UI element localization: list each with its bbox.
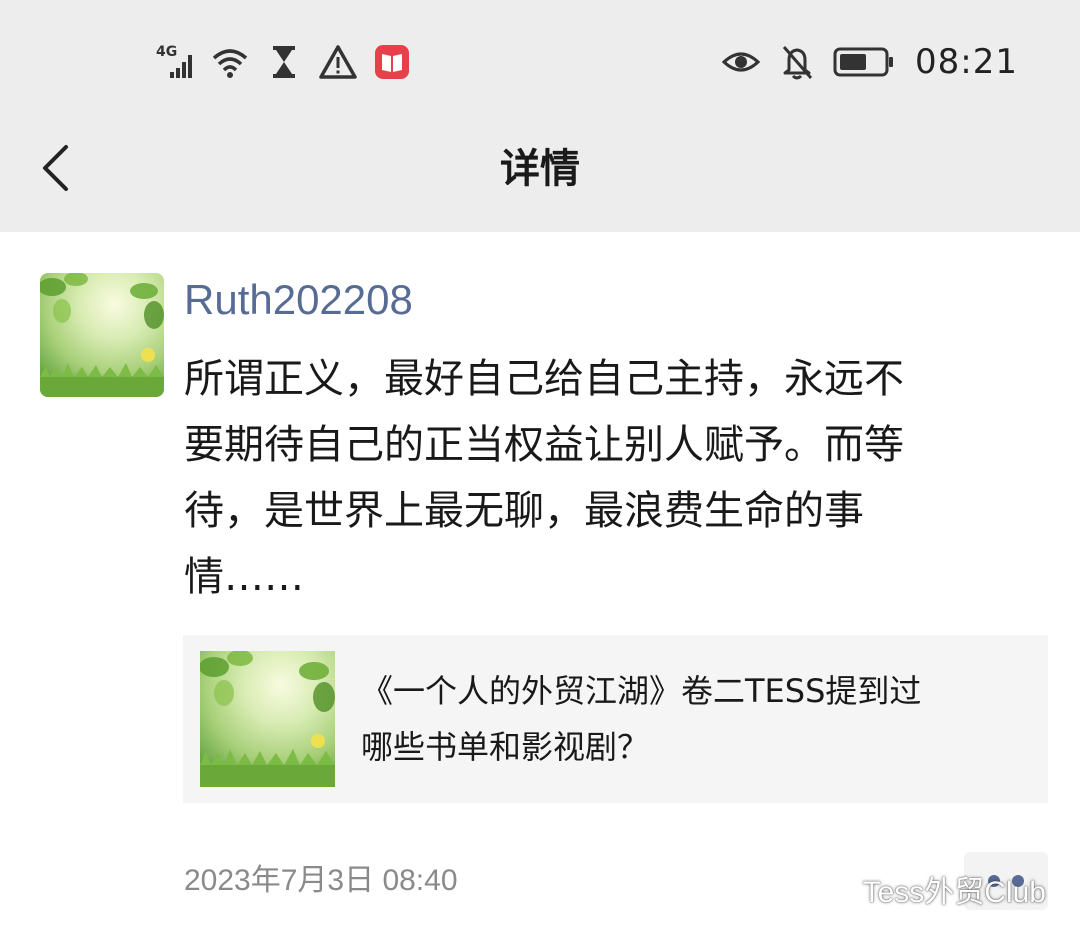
content-line: 情…… bbox=[184, 554, 304, 600]
article-title: 《一个人的外贸江湖》卷二TESS提到过 哪些书单和影视剧？ bbox=[361, 663, 1031, 775]
watermark-text: Tess外贸Club bbox=[862, 876, 1046, 909]
battery-icon bbox=[833, 42, 895, 82]
hourglass-icon bbox=[264, 42, 304, 82]
post-timestamp: 2023年7月3日 08:40 bbox=[184, 864, 458, 897]
post-content: 所谓正义，最好自己给自己主持，永远不 要期待自己的正当权益让别人赋予。而等 待，… bbox=[184, 346, 1030, 610]
shared-article-card[interactable]: 《一个人的外贸江湖》卷二TESS提到过 哪些书单和影视剧？ bbox=[183, 635, 1048, 803]
article-thumbnail bbox=[200, 651, 335, 787]
status-right: 08:21 bbox=[721, 40, 1018, 84]
warning-icon bbox=[318, 42, 358, 82]
signal-icon: 4G bbox=[156, 42, 196, 82]
wechat-icon bbox=[821, 875, 853, 901]
username[interactable]: Ruth202208 bbox=[184, 276, 413, 324]
network-label: 4G bbox=[156, 44, 178, 60]
avatar[interactable] bbox=[40, 273, 164, 397]
article-title-line: 哪些书单和影视剧？ bbox=[361, 728, 650, 766]
content-line: 要期待自己的正当权益让别人赋予。而等 bbox=[184, 422, 904, 468]
article-title-line: 《一个人的外贸江湖》卷二TESS提到过 bbox=[361, 672, 922, 710]
content-line: 所谓正义，最好自己给自己主持，永远不 bbox=[184, 356, 904, 402]
bell-off-icon bbox=[777, 42, 817, 82]
eye-icon bbox=[721, 42, 761, 82]
book-app-icon bbox=[372, 42, 412, 82]
top-area: 4G 08:21 详情 bbox=[0, 0, 1080, 232]
status-time: 08:21 bbox=[915, 42, 1018, 82]
page-title: 详情 bbox=[500, 146, 580, 192]
status-left: 4G bbox=[156, 40, 412, 84]
status-bar: 4G 08:21 bbox=[0, 0, 1080, 110]
nav-bar: 详情 bbox=[0, 110, 1080, 232]
chevron-left-icon bbox=[43, 145, 68, 191]
wifi-icon bbox=[210, 42, 250, 82]
post-detail: Ruth202208 所谓正义，最好自己给自己主持，永远不 要期待自己的正当权益… bbox=[0, 232, 1080, 941]
back-button[interactable] bbox=[28, 138, 82, 198]
watermark: Tess外贸Club bbox=[821, 867, 1046, 911]
content-line: 待，是世界上最无聊，最浪费生命的事 bbox=[184, 488, 864, 534]
